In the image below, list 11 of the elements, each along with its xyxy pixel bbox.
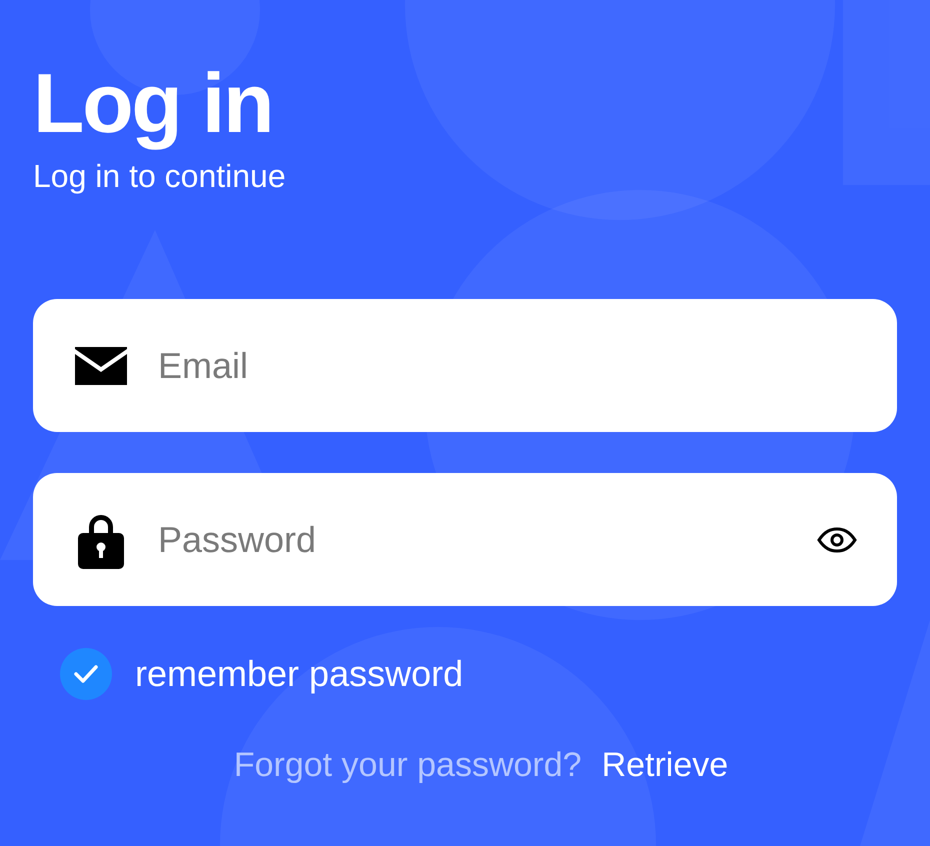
page-title: Log in <box>33 58 272 148</box>
forgot-password-text: Forgot your password? <box>234 745 582 786</box>
retrieve-link[interactable]: Retrieve <box>602 744 728 786</box>
email-field[interactable]: Email <box>33 299 897 432</box>
envelope-icon <box>75 346 127 384</box>
checkmark-icon <box>73 664 99 684</box>
remember-label: remember password <box>135 652 464 696</box>
remember-checkbox[interactable] <box>60 648 112 700</box>
subtitle: Log in to continue <box>33 157 286 196</box>
eye-icon[interactable] <box>817 526 857 552</box>
password-field[interactable]: Password <box>33 473 897 606</box>
